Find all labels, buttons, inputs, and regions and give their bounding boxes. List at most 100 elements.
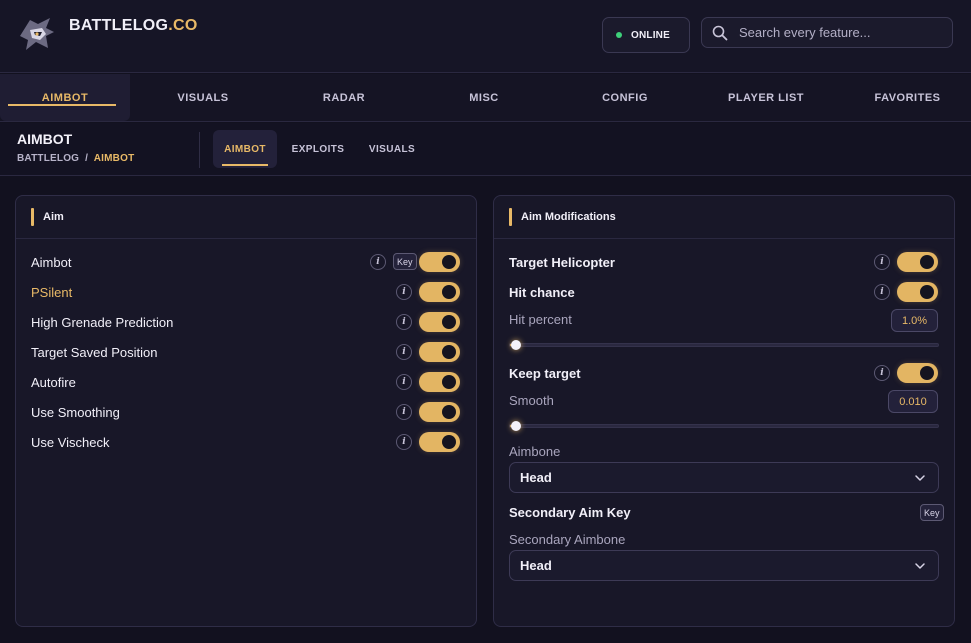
info-icon[interactable]: i [396,434,412,450]
setting-label: Autofire [31,374,76,390]
info-icon[interactable]: i [396,374,412,390]
setting-label: Smooth [509,392,554,408]
setting-row-secondary-aimbone: Secondary Aimbone [509,528,625,550]
panel-accent-bar [509,208,512,226]
toggle-knob [442,315,456,329]
hit-percent-slider[interactable] [509,340,939,350]
main-nav: AIMBOT VISUALS RADAR MISC CONFIG PLAYER … [0,74,971,122]
setting-label: Aimbot [31,254,72,270]
tab-radar[interactable]: RADAR [281,74,407,121]
toggle-knob [920,285,934,299]
setting-row-use-vischeck: Use Vischeck [31,431,110,453]
info-icon[interactable]: i [396,314,412,330]
status-label: ONLINE [631,29,670,41]
setting-label: Use Smoothing [31,404,120,420]
hit-percent-value[interactable]: 1.0% [891,309,938,332]
toggle-knob [920,255,934,269]
toggle-knob [442,375,456,389]
toggle-knob [442,345,456,359]
setting-label: Secondary Aimbone [509,531,626,547]
target-saved-position-toggle[interactable] [419,342,460,362]
tab-visuals[interactable]: VISUALS [140,74,266,121]
aimbone-selected-value: Head [520,470,552,485]
use-vischeck-toggle[interactable] [419,432,460,452]
page-title: AIMBOT [17,131,73,147]
setting-row-hit-percent: Hit percent [509,308,572,330]
setting-label: High Grenade Prediction [31,314,174,330]
tab-aimbot[interactable]: AIMBOT [0,74,130,121]
toggle-knob [442,255,456,269]
info-icon[interactable]: i [396,284,412,300]
logo-icon [20,18,54,50]
setting-label: Target Saved Position [31,344,158,360]
aim-panel-title: Aim [43,211,64,223]
aim-panel: Aim Aimbot i Key PSilent i High Grenade … [15,195,477,627]
subtab-aimbot[interactable]: AIMBOT [213,130,277,168]
info-icon[interactable]: i [396,404,412,420]
tab-config[interactable]: CONFIG [562,74,688,121]
smooth-slider[interactable] [509,421,939,431]
panel-accent-bar [31,208,34,226]
search-input[interactable] [739,25,939,40]
secondary-aim-keybind-button[interactable]: Key [920,504,944,521]
setting-label: PSilent [31,284,73,300]
toggle-knob [442,285,456,299]
info-icon[interactable]: i [396,344,412,360]
setting-label: Use Vischeck [31,434,110,450]
aimbone-select[interactable]: Head [509,462,939,493]
subtab-exploits[interactable]: EXPLOITS [285,130,351,168]
high-grenade-prediction-toggle[interactable] [419,312,460,332]
secondary-aimbone-selected-value: Head [520,558,552,573]
breadcrumb-root[interactable]: BATTLELOG [17,153,79,164]
autofire-toggle[interactable] [419,372,460,392]
info-icon[interactable]: i [874,284,890,300]
aim-modifications-title: Aim Modifications [521,211,616,223]
psilent-toggle[interactable] [419,282,460,302]
tab-favorites[interactable]: FAVORITES [844,74,971,121]
info-icon[interactable]: i [874,365,890,381]
tab-misc[interactable]: MISC [421,74,547,121]
setting-row-use-smoothing: Use Smoothing [31,401,120,423]
use-smoothing-toggle[interactable] [419,402,460,422]
setting-row-target-saved-position: Target Saved Position [31,341,157,363]
brand-name: BATTLELOG.CO [69,17,198,34]
subheader-divider [199,132,200,168]
toggle-knob [442,435,456,449]
aim-panel-header: Aim [16,196,476,239]
tab-player-list[interactable]: PLAYER LIST [703,74,829,121]
setting-row-hit-chance: Hit chance [509,281,575,303]
breadcrumb-current: AIMBOT [93,153,135,164]
chevron-down-icon [915,475,925,481]
smooth-value[interactable]: 0.010 [888,390,938,413]
subtab-visuals[interactable]: VISUALS [361,130,423,168]
setting-label: Keep target [509,365,581,381]
setting-row-target-helicopter: Target Helicopter [509,251,615,273]
info-icon[interactable]: i [370,254,386,270]
secondary-aimbone-select[interactable]: Head [509,550,939,581]
aim-modifications-header: Aim Modifications [494,196,954,239]
aimbot-toggle[interactable] [419,252,460,272]
slider-thumb[interactable] [511,340,521,350]
search-box[interactable] [701,17,953,48]
chevron-down-icon [915,563,925,569]
setting-label: Hit chance [509,284,575,300]
info-icon[interactable]: i [874,254,890,270]
keep-target-toggle[interactable] [897,363,938,383]
target-helicopter-toggle[interactable] [897,252,938,272]
toggle-knob [920,366,934,380]
breadcrumb: BATTLELOG / AIMBOT [17,153,134,164]
aim-modifications-panel: Aim Modifications Target Helicopter i Hi… [493,195,955,627]
setting-row-aimbone: Aimbone [509,440,560,462]
slider-thumb[interactable] [511,421,521,431]
setting-row-psilent: PSilent [31,281,72,303]
setting-label: Target Helicopter [509,254,615,270]
app-header: BATTLELOG.CO ONLINE [0,0,971,73]
status-dot-icon [616,32,622,38]
hit-chance-toggle[interactable] [897,282,938,302]
setting-label: Secondary Aim Key [509,504,631,520]
keybind-button[interactable]: Key [393,253,417,270]
setting-row-keep-target: Keep target [509,362,581,384]
setting-row-aimbot: Aimbot [31,251,71,273]
setting-row-smooth: Smooth [509,389,554,411]
setting-row-autofire: Autofire [31,371,76,393]
